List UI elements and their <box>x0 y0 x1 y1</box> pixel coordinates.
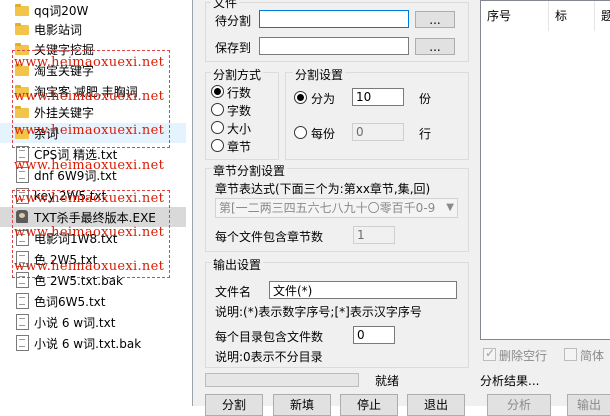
file-explorer: qq词20W 电影站词 关键字挖掘 淘宝关键字 淘宝客 减肥,丰胸词 外挂关键字… <box>0 0 192 406</box>
radio-by-size[interactable] <box>211 121 224 134</box>
watermark-text: www.heimaoxuexi.net <box>14 158 165 173</box>
chapters-per-file-label: 每个文件包含章节数 <box>215 230 324 244</box>
new-button[interactable]: 新填 <box>273 394 331 416</box>
file-name: 色词6W5.txt <box>34 294 106 309</box>
analyze-button[interactable]: 分析 <box>487 394 551 416</box>
simplified-label: 简体 <box>580 349 605 363</box>
simplified-checkbox[interactable] <box>564 348 577 361</box>
folder-icon <box>15 2 29 18</box>
file-name: 外挂关键字 <box>34 105 95 120</box>
file-name: qq词20W <box>34 3 89 18</box>
analysis-result-label: 分析结果... <box>480 374 540 388</box>
split-mode-title: 分割方式 <box>211 66 264 83</box>
browse-source-button[interactable]: ... <box>415 11 455 28</box>
list-item[interactable]: TXT杀手最终版本.EXE <box>0 207 186 227</box>
list-item[interactable]: qq词20W <box>0 0 186 20</box>
file-name: TXT杀手最终版本.EXE <box>34 210 156 225</box>
export-button[interactable]: 输出 <box>567 394 610 416</box>
list-item[interactable]: 外挂关键字 <box>0 102 186 122</box>
source-label: 待分割 <box>215 14 252 28</box>
chapter-expr-select[interactable]: 第[一二两三四五六七八九十〇零百千0-9 ▼ <box>215 198 458 218</box>
chapters-per-file-input[interactable] <box>353 226 395 244</box>
radio-per-part[interactable] <box>294 126 307 139</box>
folder-icon <box>15 21 29 37</box>
executable-icon <box>15 209 29 225</box>
parts-unit-label: 份 <box>419 92 432 106</box>
watermark-text: www.heimaoxuexi.net <box>14 259 165 274</box>
column-header-index[interactable]: 序号 <box>481 1 549 31</box>
watermark-text: www.heimaoxuexi.net <box>14 191 165 206</box>
radio-by-chars[interactable] <box>211 103 224 116</box>
file-name: 电影站词 <box>34 22 83 37</box>
chapter-settings-title: 章节分割设置 <box>211 162 288 179</box>
watermark-text: www.heimaoxuexi.net <box>14 55 165 70</box>
chapter-expr-label: 章节表达式(下面三个为:第xx章节,集,回) <box>215 182 431 196</box>
chevron-down-icon: ▼ <box>446 202 454 213</box>
dest-label: 保存到 <box>215 41 252 55</box>
split-settings-group <box>285 72 469 160</box>
radio-label: 行数 <box>227 86 252 100</box>
results-list[interactable]: 序号 标 题 <box>480 0 610 340</box>
chapter-expr-value: 第[一二两三四五六七八九十〇零百千0-9 <box>219 201 436 215</box>
source-file-input[interactable] <box>259 10 409 28</box>
list-item[interactable]: 色词6W5.txt <box>0 291 186 311</box>
file-name: 小说 6 w词.txt <box>34 315 116 330</box>
per-part-unit-label: 行 <box>419 127 432 141</box>
txt-splitter-window: 文件 待分割 ... 保存到 ... 分割方式 行数 字数 大小 章节 分割设置… <box>192 0 610 416</box>
remove-blank-lines-checkbox[interactable] <box>483 346 496 361</box>
per-part-label: 每份 <box>311 127 336 141</box>
browse-dest-button[interactable]: ... <box>415 38 455 55</box>
status-text: 就绪 <box>375 374 400 388</box>
files-per-dir-hint: 说明:0表示不分目录 <box>215 350 323 364</box>
files-per-dir-label: 每个目录包含文件数 <box>215 330 324 344</box>
files-per-dir-input[interactable] <box>353 326 395 344</box>
stop-button[interactable]: 停止 <box>340 394 398 416</box>
list-item[interactable]: 小说 6 w词.txt <box>0 312 186 332</box>
file-name: 小说 6 w词.txt.bak <box>34 336 142 351</box>
watermark-text: www.heimaoxuexi.net <box>14 225 165 240</box>
file-group-title: 文件 <box>211 0 240 11</box>
radio-label: 字数 <box>227 104 252 118</box>
document-icon <box>15 314 29 330</box>
watermark-text: www.heimaoxuexi.net <box>14 89 165 104</box>
column-header-title[interactable]: 标 <box>549 1 595 31</box>
watermark-text: www.heimaoxuexi.net <box>14 123 165 138</box>
exit-button[interactable]: 退出 <box>407 394 465 416</box>
radio-split-into[interactable] <box>294 91 307 104</box>
split-into-label: 分为 <box>311 92 336 106</box>
per-part-input[interactable] <box>352 123 404 141</box>
document-icon <box>15 272 29 288</box>
folder-icon <box>15 104 29 120</box>
remove-blank-lines-label: 删除空行 <box>499 349 548 363</box>
filename-input[interactable] <box>269 281 457 299</box>
radio-by-chapter[interactable] <box>211 139 224 152</box>
file-name: 色 2W5.txt.bak <box>34 273 124 288</box>
document-icon <box>15 335 29 351</box>
radio-by-lines[interactable] <box>211 85 224 98</box>
column-header-title-2[interactable]: 题 <box>595 1 610 31</box>
filename-label: 文件名 <box>215 285 252 299</box>
radio-label: 章节 <box>227 140 252 154</box>
radio-label: 大小 <box>227 122 252 136</box>
list-item[interactable]: 电影站词 <box>0 19 186 39</box>
list-item[interactable]: 小说 6 w词.txt.bak <box>0 333 186 353</box>
output-settings-title: 输出设置 <box>211 256 264 273</box>
document-icon <box>15 293 29 309</box>
progress-bar <box>205 373 359 387</box>
split-button[interactable]: 分割 <box>205 394 263 416</box>
filename-hint: 说明:(*)表示数字序号;[*]表示汉字序号 <box>215 305 422 319</box>
split-settings-title: 分割设置 <box>293 66 346 83</box>
dest-folder-input[interactable] <box>259 37 409 55</box>
parts-count-input[interactable] <box>352 88 404 106</box>
